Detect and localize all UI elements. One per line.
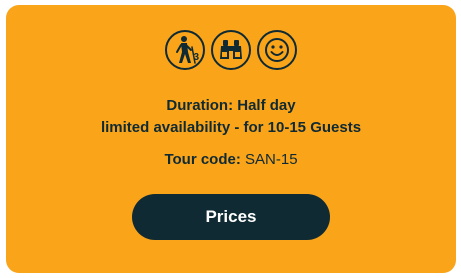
hiking-difficulty-icon: 3: [165, 30, 205, 70]
prices-button[interactable]: Prices: [132, 194, 330, 240]
tour-code-label: Tour code:: [164, 151, 241, 168]
tour-code: Tour code: SAN-15: [6, 150, 456, 170]
availability-text: limited availability - for 10-15 Guests: [100, 119, 362, 136]
tour-feature-icons: 3: [6, 30, 456, 70]
tour-code-value: SAN-15: [245, 151, 298, 168]
tour-duration-info: Duration: Half day limited availability …: [6, 95, 456, 139]
duration-text: Duration: Half day: [166, 97, 296, 114]
difficulty-level: 3: [193, 52, 199, 63]
tour-info-card: 3 Duration: Half day limited availabilit…: [6, 5, 456, 273]
binoculars-icon: [211, 30, 251, 70]
smiley-face-icon: [257, 30, 297, 70]
